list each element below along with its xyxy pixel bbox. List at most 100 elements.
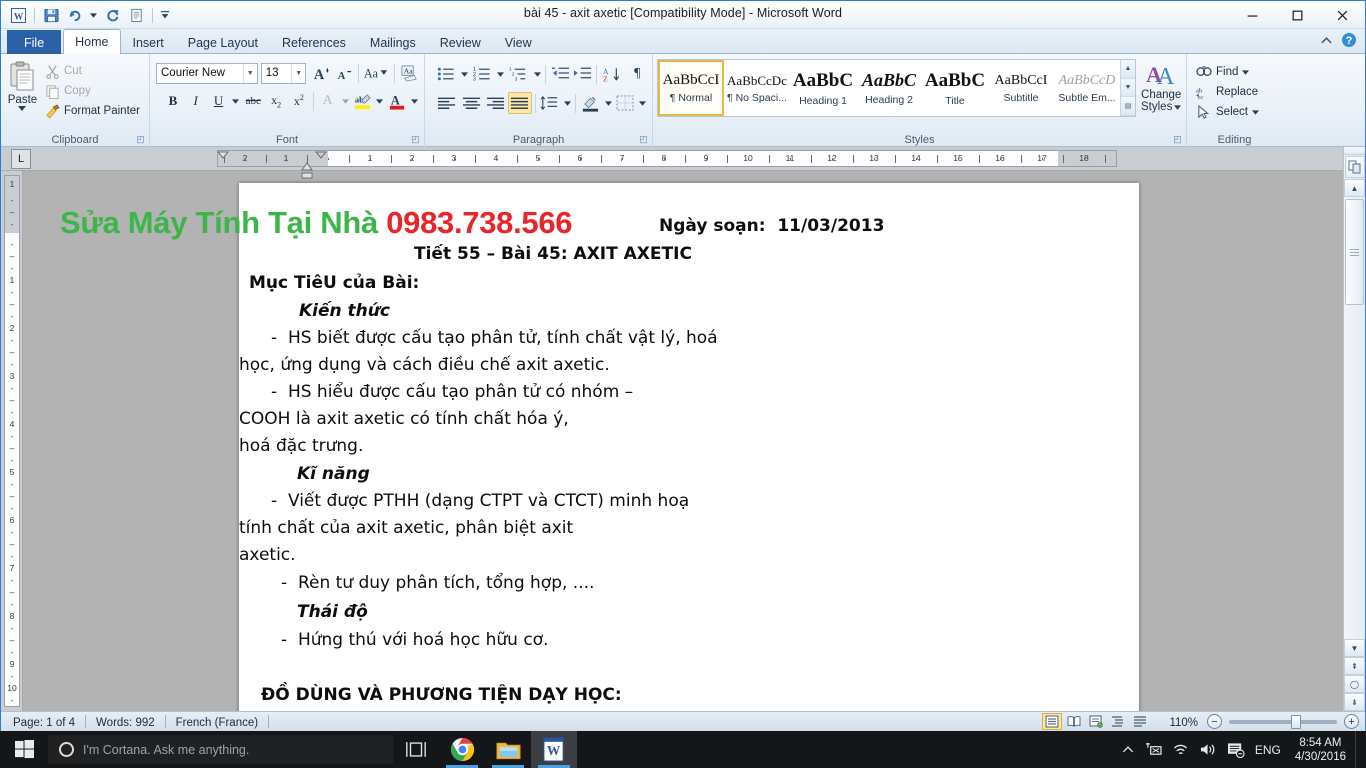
- previous-page-button[interactable]: ⇞: [1344, 657, 1365, 675]
- draft-view-button[interactable]: [1130, 713, 1150, 730]
- status-language[interactable]: French (France): [166, 713, 268, 731]
- font-color-dropdown-icon[interactable]: [409, 90, 420, 112]
- multilevel-dropdown-icon[interactable]: [532, 63, 543, 85]
- underline-button[interactable]: U: [208, 90, 230, 112]
- minimize-ribbon-icon[interactable]: [1320, 35, 1333, 49]
- tab-insert[interactable]: Insert: [121, 30, 176, 54]
- action-center-icon[interactable]: [1222, 731, 1250, 768]
- font-color-icon[interactable]: A: [386, 90, 408, 112]
- horizontal-ruler[interactable]: 2 1 1 2 3 4 5 6 7 8 9 10 11 12 13 14 15 …: [217, 150, 1117, 167]
- scroll-down-button[interactable]: ▼: [1344, 639, 1365, 657]
- zoom-out-button[interactable]: −: [1207, 714, 1222, 729]
- align-right-icon[interactable]: [484, 92, 507, 114]
- shading-dropdown-icon[interactable]: [603, 92, 613, 114]
- zoom-level-label[interactable]: 110%: [1162, 713, 1205, 731]
- paragraph-dialog-launcher[interactable]: ◰: [638, 134, 649, 145]
- zoom-slider-track[interactable]: [1229, 714, 1337, 729]
- text-effects-dropdown-icon[interactable]: [340, 90, 351, 112]
- split-window-handle[interactable]: [1344, 147, 1365, 155]
- line-spacing-dropdown-icon[interactable]: [562, 92, 572, 114]
- format-painter-button[interactable]: Format Painter: [40, 101, 145, 121]
- styles-scroll-down-icon[interactable]: ▼: [1121, 78, 1135, 98]
- outline-view-button[interactable]: [1108, 713, 1128, 730]
- shrink-font-icon[interactable]: A: [333, 62, 355, 84]
- volume-icon[interactable]: [1194, 731, 1222, 768]
- tab-stop-selector[interactable]: L: [11, 148, 31, 169]
- clipboard-dialog-launcher[interactable]: ◰: [135, 134, 146, 145]
- tab-home[interactable]: Home: [63, 29, 121, 54]
- justify-icon[interactable]: [508, 92, 532, 114]
- show-desktop-button[interactable]: [1355, 731, 1362, 768]
- show-hidden-icons-button[interactable]: [1116, 731, 1140, 768]
- decrease-indent-icon[interactable]: [549, 63, 570, 85]
- bullets-icon[interactable]: [435, 63, 458, 85]
- find-button[interactable]: Find: [1191, 62, 1278, 82]
- print-layout-view-button[interactable]: [1042, 713, 1063, 730]
- font-size-combobox[interactable]: 13 ▼: [260, 62, 307, 84]
- zoom-slider-thumb[interactable]: [1291, 714, 1301, 729]
- web-layout-view-button[interactable]: [1086, 713, 1106, 730]
- shading-icon[interactable]: [579, 92, 601, 114]
- maximize-button[interactable]: [1275, 1, 1320, 29]
- style-subtle-emphasis[interactable]: AaBbCcD Subtle Em...: [1054, 60, 1120, 116]
- minimize-button[interactable]: [1230, 1, 1275, 29]
- copy-button[interactable]: Copy: [40, 81, 145, 101]
- tab-view[interactable]: View: [493, 30, 544, 54]
- status-word-count[interactable]: Words: 992: [86, 713, 165, 731]
- clock[interactable]: 8:54 AM 4/30/2016: [1286, 731, 1355, 768]
- next-page-button[interactable]: ⇟: [1344, 693, 1365, 711]
- bold-button[interactable]: B: [162, 90, 184, 112]
- font-name-combobox[interactable]: Courier New ▼: [156, 62, 258, 84]
- borders-icon[interactable]: [614, 92, 636, 114]
- clear-formatting-icon[interactable]: Aa: [398, 62, 420, 84]
- bullets-dropdown-icon[interactable]: [459, 63, 470, 85]
- sort-icon[interactable]: AZ: [600, 63, 625, 85]
- tab-review[interactable]: Review: [428, 30, 493, 54]
- multilevel-list-icon[interactable]: 123: [507, 63, 530, 85]
- scrollbar-track[interactable]: [1344, 197, 1365, 639]
- highlight-color-icon[interactable]: ab: [352, 90, 374, 112]
- styles-more-icon[interactable]: ▤: [1121, 97, 1135, 117]
- font-size-dropdown-icon[interactable]: ▼: [291, 63, 305, 83]
- styles-scroll-up-icon[interactable]: ▲: [1121, 60, 1135, 79]
- tab-file[interactable]: File: [7, 30, 62, 54]
- align-center-icon[interactable]: [459, 92, 482, 114]
- italic-button[interactable]: I: [185, 90, 207, 112]
- align-left-icon[interactable]: [435, 92, 458, 114]
- cortana-search-box[interactable]: I'm Cortana. Ask me anything.: [48, 735, 393, 764]
- document-page[interactable]: Ngày soạn: 11/03/2013 Tiết 55 – Bài 45: …: [239, 183, 1139, 711]
- style-title[interactable]: AaBbC Title: [922, 60, 988, 116]
- vertical-ruler[interactable]: 1 - – - - – - 1 - – - 2 - – - 3 - – - 4 …: [1, 147, 23, 711]
- select-browse-object-button[interactable]: ◯: [1344, 675, 1365, 693]
- strikethrough-button[interactable]: abc: [242, 90, 264, 112]
- highlight-dropdown-icon[interactable]: [374, 90, 385, 112]
- network-adapter-icon[interactable]: [1140, 731, 1167, 768]
- scrollbar-thumb[interactable]: [1345, 199, 1364, 305]
- vertical-scrollbar[interactable]: ▲ ▼ ⇞ ◯ ⇟: [1343, 147, 1365, 711]
- increase-indent-icon[interactable]: [572, 63, 593, 85]
- help-icon[interactable]: ?: [1341, 32, 1357, 51]
- close-button[interactable]: [1320, 1, 1365, 29]
- scroll-up-button[interactable]: ▲: [1344, 179, 1365, 197]
- tab-references[interactable]: References: [270, 30, 358, 54]
- status-page-indicator[interactable]: Page: 1 of 4: [3, 713, 85, 731]
- replace-button[interactable]: ab ac Replace: [1191, 82, 1278, 102]
- grow-font-icon[interactable]: A: [310, 62, 332, 84]
- paste-button[interactable]: Paste: [5, 57, 40, 121]
- numbering-icon[interactable]: 123: [471, 63, 494, 85]
- change-styles-button[interactable]: AA Change Styles: [1140, 57, 1182, 117]
- cut-button[interactable]: Cut: [40, 61, 145, 81]
- document-scroll-region[interactable]: Ngày soạn: 11/03/2013 Tiết 55 – Bài 45: …: [23, 171, 1343, 711]
- first-line-indent-marker-2[interactable]: [314, 148, 328, 162]
- tab-mailings[interactable]: Mailings: [358, 30, 428, 54]
- file-explorer-icon[interactable]: [485, 731, 531, 768]
- style-subtitle[interactable]: AaBbCcI Subtitle: [988, 60, 1054, 116]
- style-normal[interactable]: AaBbCcI ¶ Normal: [658, 60, 724, 116]
- style-heading-2[interactable]: AaBbC Heading 2: [856, 60, 922, 116]
- start-button[interactable]: [0, 731, 48, 768]
- underline-dropdown-icon[interactable]: [230, 90, 241, 112]
- select-button[interactable]: Select: [1191, 102, 1278, 122]
- borders-dropdown-icon[interactable]: [638, 92, 648, 114]
- superscript-button[interactable]: x2: [288, 90, 310, 112]
- google-chrome-icon[interactable]: [439, 731, 485, 768]
